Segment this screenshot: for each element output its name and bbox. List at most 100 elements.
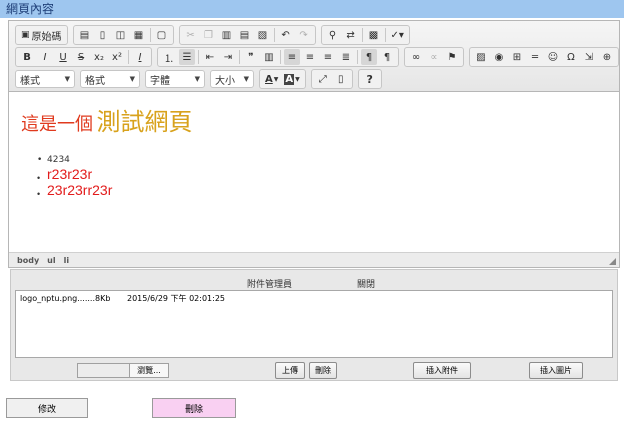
format-label: 格式 xyxy=(85,75,105,87)
upload-button[interactable]: 上傳 xyxy=(275,362,305,379)
bulleted-list-icon[interactable]: ☰ xyxy=(179,49,195,65)
bold-icon[interactable]: B xyxy=(19,49,35,65)
flash-icon[interactable]: ◉ xyxy=(491,49,507,65)
paste-text-icon[interactable]: ▤ xyxy=(237,27,253,43)
text-color-button[interactable]: A ▼ xyxy=(263,71,280,87)
editor-toolbar: ▣ 原始碼 ▤ ▯ ◫ ▦ ▢ ✂ ❐ ▥ ▤ ▧ ↶ ↷ ⚲ ⇄ ▩ ✓▾ B… xyxy=(9,21,619,92)
align-right-icon[interactable]: ≡ xyxy=(320,49,336,65)
path-item-body[interactable]: body xyxy=(17,256,39,265)
blockquote-icon[interactable]: ❞ xyxy=(243,49,259,65)
italic-icon[interactable]: I xyxy=(37,49,53,65)
select-all-icon[interactable]: ▩ xyxy=(366,27,382,43)
undo-icon[interactable]: ↶ xyxy=(278,27,294,43)
content-heading: 這是一個 測試網頁 xyxy=(21,102,193,137)
source-icon: ▣ xyxy=(21,30,30,40)
path-item-ul[interactable]: ul xyxy=(47,256,55,265)
delete-attachment-button[interactable]: 刪除 xyxy=(309,362,337,379)
page-break-icon[interactable]: ⇲ xyxy=(581,49,597,65)
separator xyxy=(128,50,129,64)
show-blocks-icon[interactable]: ▯ xyxy=(333,71,349,87)
separator xyxy=(273,28,275,42)
redo-icon[interactable]: ↷ xyxy=(296,27,312,43)
copy-icon[interactable]: ❐ xyxy=(201,27,217,43)
attachment-manager: 附件管理員 關閉 logo_nptu.png.......8Kb 2015/6/… xyxy=(10,269,618,381)
paste-word-icon[interactable]: ▧ xyxy=(255,27,271,43)
print-icon[interactable]: ▦ xyxy=(131,27,147,43)
edit-button[interactable]: 修改 xyxy=(6,398,88,418)
underline-icon[interactable]: U xyxy=(55,49,71,65)
element-path-bar: body ul li xyxy=(9,252,619,267)
special-char-icon[interactable]: Ω xyxy=(563,49,579,65)
insert-image-button[interactable]: 插入圖片 xyxy=(529,362,583,379)
find-group: ⚲ ⇄ ▩ ✓▾ xyxy=(320,25,410,45)
rtl-icon[interactable]: ¶ xyxy=(379,49,395,65)
save-icon[interactable]: ▤ xyxy=(77,27,93,43)
list-item[interactable]: logo_nptu.png.......8Kb 2015/6/29 下午 02:… xyxy=(20,293,608,304)
strike-icon[interactable]: S xyxy=(73,49,89,65)
font-label: 字體 xyxy=(150,75,170,87)
file-input[interactable]: 瀏覽... xyxy=(77,363,169,378)
resize-handle-icon[interactable] xyxy=(609,258,616,265)
image-icon[interactable]: ▨ xyxy=(473,49,489,65)
unlink-icon[interactable]: ∝ xyxy=(426,49,442,65)
iframe-icon[interactable]: ⊕ xyxy=(599,49,615,65)
align-justify-icon[interactable]: ≣ xyxy=(338,49,354,65)
about-group: ? xyxy=(357,69,382,89)
remove-format-icon[interactable]: I xyxy=(132,49,148,65)
delete-button[interactable]: 刪除 xyxy=(152,398,236,418)
help-button[interactable]: ? xyxy=(362,71,378,87)
find-icon[interactable]: ⚲ xyxy=(325,27,341,43)
separator xyxy=(280,50,281,64)
indent-icon[interactable]: ⇥ xyxy=(220,49,236,65)
toolbar-row-2: B I U S x₂ x² I ⒈ ☰ ⇤ ⇥ ❞ ▥ ≡ ≡ ≡ ≣ ¶ ¶ … xyxy=(15,47,624,67)
ltr-icon[interactable]: ¶ xyxy=(361,49,377,65)
bg-color-icon: A xyxy=(284,73,295,85)
horizontal-rule-icon[interactable]: ═ xyxy=(527,49,543,65)
chevron-down-icon: ▼ xyxy=(129,75,135,83)
file-date: 2015/6/29 下午 02:01:25 xyxy=(126,294,226,303)
source-label: 原始碼 xyxy=(31,31,62,43)
separator xyxy=(384,28,386,42)
separator xyxy=(239,50,240,64)
align-center-icon[interactable]: ≡ xyxy=(302,49,318,65)
numbered-list-icon[interactable]: ⒈ xyxy=(161,49,177,65)
table-icon[interactable]: ⊞ xyxy=(509,49,525,65)
outdent-icon[interactable]: ⇤ xyxy=(202,49,218,65)
styles-dropdown[interactable]: 樣式 ▼ xyxy=(15,70,75,88)
font-dropdown[interactable]: 字體 ▼ xyxy=(145,70,205,88)
attachment-manager-title: 附件管理員 xyxy=(247,280,293,290)
format-dropdown[interactable]: 格式 ▼ xyxy=(80,70,140,88)
links-group: ∞ ∝ ⚑ xyxy=(404,47,464,67)
subscript-icon[interactable]: x₂ xyxy=(91,49,107,65)
bg-color-button[interactable]: A ▼ xyxy=(282,71,301,87)
spellcheck-icon[interactable]: ✓▾ xyxy=(389,27,406,43)
source-group: ▣ 原始碼 xyxy=(15,25,68,45)
text-color-icon: A xyxy=(265,73,273,85)
preview-icon[interactable]: ◫ xyxy=(113,27,129,43)
new-page-icon[interactable]: ▯ xyxy=(95,27,111,43)
cut-icon[interactable]: ✂ xyxy=(183,27,199,43)
align-left-icon[interactable]: ≡ xyxy=(284,49,300,65)
anchor-icon[interactable]: ⚑ xyxy=(444,49,460,65)
maximize-icon[interactable]: ⤢ xyxy=(315,71,331,87)
div-container-icon[interactable]: ▥ xyxy=(261,49,277,65)
insert-group: ▨ ◉ ⊞ ═ ☺ Ω ⇲ ⊕ xyxy=(469,47,619,67)
link-icon[interactable]: ∞ xyxy=(408,49,424,65)
smiley-icon[interactable]: ☺ xyxy=(545,49,561,65)
attachment-file-list[interactable]: logo_nptu.png.......8Kb 2015/6/29 下午 02:… xyxy=(15,290,613,358)
templates-icon[interactable]: ▢ xyxy=(154,27,170,43)
file-name: logo_nptu.png.......8Kb xyxy=(20,294,111,303)
superscript-icon[interactable]: x² xyxy=(109,49,125,65)
editor-content-area[interactable]: 這是一個 測試網頁 4234 r23r23r 23r23rr23r xyxy=(9,92,619,252)
size-dropdown[interactable]: 大小 ▼ xyxy=(210,70,254,88)
browse-button[interactable]: 瀏覽... xyxy=(129,364,168,377)
insert-attachment-button[interactable]: 插入附件 xyxy=(413,362,471,379)
source-button[interactable]: ▣ 原始碼 xyxy=(19,27,64,43)
toolbar-row-1: ▣ 原始碼 ▤ ▯ ◫ ▦ ▢ ✂ ❐ ▥ ▤ ▧ ↶ ↷ ⚲ ⇄ ▩ ✓▾ xyxy=(15,25,415,45)
attachment-header: 附件管理員 關閉 xyxy=(11,274,617,290)
attachment-close-link[interactable]: 關閉 xyxy=(357,277,375,290)
path-item-li[interactable]: li xyxy=(64,256,69,265)
colors-group: A ▼ A ▼ xyxy=(259,69,306,89)
paste-icon[interactable]: ▥ xyxy=(219,27,235,43)
replace-icon[interactable]: ⇄ xyxy=(343,27,359,43)
